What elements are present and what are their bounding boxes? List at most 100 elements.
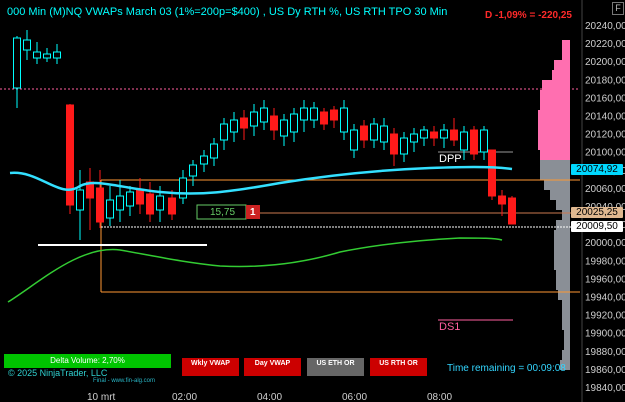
us-rth-or-button[interactable]: US RTH OR <box>370 358 427 376</box>
price-tick-label: 19840,00 <box>585 383 625 394</box>
candle-body <box>240 117 248 129</box>
price-tick-label: 20180,00 <box>585 75 625 86</box>
profile-bar <box>542 80 570 90</box>
candle-body <box>370 123 378 141</box>
price-tick-label: 20160,00 <box>585 93 625 104</box>
profile-bar <box>540 100 570 110</box>
profile-bar <box>562 300 570 310</box>
profile-bar <box>562 50 570 60</box>
profile-bar <box>556 280 570 290</box>
time-axis: 10 mrt 02:00 04:00 06:00 08:00 <box>87 392 452 402</box>
candle-body <box>410 133 418 143</box>
candle-body <box>189 164 197 177</box>
candle-body <box>116 195 124 211</box>
last-price-tag: 20009,50 <box>571 221 623 232</box>
candle-body <box>340 107 348 133</box>
vwap-price-tag: 20074,92 <box>571 164 623 175</box>
profile-bar <box>554 240 570 250</box>
candle-body <box>430 131 438 139</box>
candle-body <box>270 115 278 131</box>
candle-body <box>498 195 506 205</box>
position-count: 1 <box>250 207 256 218</box>
candle-body <box>33 51 41 59</box>
candle-body <box>420 129 428 139</box>
profile-bar <box>554 260 570 270</box>
price-chart[interactable]: 15,75 1 DPP DS1 20240,00 20220,00 20200,00… <box>0 0 625 402</box>
price-tick-label: 19940,00 <box>585 293 625 304</box>
candle-body <box>390 133 398 155</box>
candle-body <box>126 191 134 207</box>
candle-body <box>488 149 496 197</box>
daily-change-label: D -1,09% = -220,25 <box>485 10 572 21</box>
candle-body <box>360 125 368 141</box>
candle-body <box>146 193 154 215</box>
price-tick-label: 19880,00 <box>585 347 625 358</box>
profile-bar <box>556 220 570 230</box>
candle-body <box>250 111 258 127</box>
profile-bar <box>550 190 570 200</box>
profile-bar <box>556 200 570 210</box>
wkly-vwap-button[interactable]: Wkly VWAP <box>182 358 239 376</box>
candle-body <box>440 129 448 139</box>
level-price-tag: 20025,25 <box>571 207 623 218</box>
price-tick-label: 20060,00 <box>585 184 625 195</box>
candle-body <box>210 143 218 159</box>
candle-body <box>260 107 268 123</box>
candle-body <box>220 123 228 141</box>
chart-title: 000 Min (M)NQ VWAPs March 03 (1%=200p=$4… <box>7 6 448 18</box>
price-tick-label: 20220,00 <box>585 39 625 50</box>
position-qty: 15,75 <box>210 207 235 218</box>
profile-bar <box>562 350 570 360</box>
profile-bar <box>562 210 570 220</box>
candle-body <box>320 111 328 125</box>
candle-body <box>96 187 104 223</box>
time-tick-label: 04:00 <box>257 392 282 402</box>
time-tick-label: 08:00 <box>427 392 452 402</box>
profile-bar <box>538 120 570 130</box>
candle-body <box>450 129 458 141</box>
price-tick-label: 20240,00 <box>585 21 625 32</box>
profile-bar <box>556 270 570 280</box>
price-tick-label: 19860,00 <box>585 365 625 376</box>
candle-body <box>460 131 468 151</box>
candle-body <box>156 195 164 211</box>
profile-bar <box>538 110 570 120</box>
candle-body <box>136 189 144 205</box>
candle-body <box>400 137 408 155</box>
candle-body <box>290 113 298 133</box>
price-tick-label: 19900,00 <box>585 329 625 340</box>
candle-body <box>76 189 84 211</box>
time-tick-label: 10 mrt <box>87 392 116 402</box>
candle-body <box>310 107 318 121</box>
candle-body <box>380 125 388 143</box>
candle-body <box>200 155 208 165</box>
candle-body <box>350 129 358 151</box>
price-tick-label: 20120,00 <box>585 130 625 141</box>
day-vwap-button[interactable]: Day VWAP <box>244 358 301 376</box>
volume-profile <box>538 40 570 370</box>
candle-body <box>280 119 288 137</box>
candle-body <box>168 197 176 215</box>
us-eth-or-button[interactable]: US ETH OR <box>307 358 364 376</box>
candles <box>13 30 516 240</box>
candle-body <box>106 199 114 219</box>
f-button[interactable]: F <box>612 2 624 15</box>
price-tick-label: 19920,00 <box>585 311 625 322</box>
price-tick-label: 20000,00 <box>585 238 625 249</box>
profile-bar <box>538 140 570 150</box>
candle-body <box>480 129 488 153</box>
finaln-text: Final - www.fin-alg.com <box>93 378 156 384</box>
candle-body <box>53 51 61 59</box>
candle-body <box>508 197 516 225</box>
candle-body <box>330 109 338 121</box>
dpp-label: DPP <box>439 153 462 165</box>
price-tick-label: 19980,00 <box>585 256 625 267</box>
candle-body <box>300 107 308 121</box>
profile-bar <box>540 160 570 170</box>
profile-bar <box>540 90 570 100</box>
profile-bar <box>540 170 570 180</box>
profile-bar <box>544 180 570 190</box>
profile-bar <box>562 310 570 320</box>
delta-volume-button[interactable]: Delta Volume: 2,70% <box>4 354 171 368</box>
profile-bar <box>554 60 570 70</box>
